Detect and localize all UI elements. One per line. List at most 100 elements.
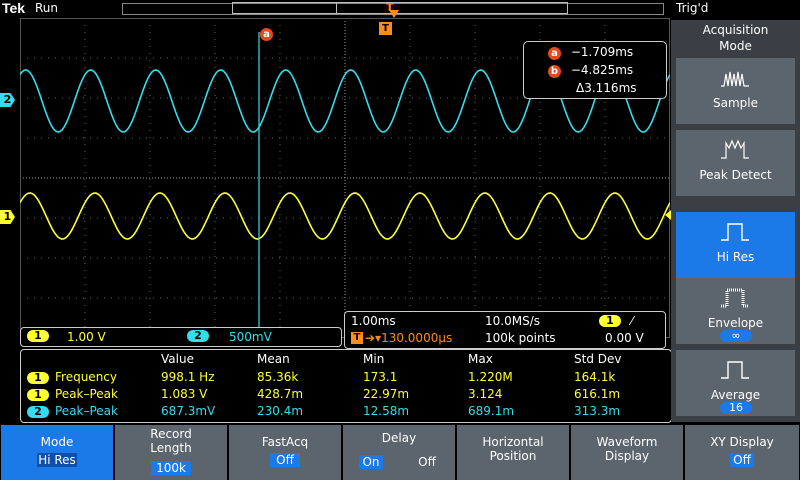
col-header-std-dev: Std Dev	[574, 352, 622, 366]
bottom-button-record-length[interactable]: Record Length 100k	[115, 425, 227, 480]
ch2-scale: 500mV	[229, 330, 272, 344]
cursor-a-value: −1.709ms	[570, 45, 634, 59]
trigger-position-marker[interactable]: T	[379, 22, 392, 35]
bottom-button-delay[interactable]: Delay On Off	[343, 425, 455, 480]
button-title: Mode	[40, 435, 74, 449]
button-value: Hi Res	[37, 453, 77, 467]
side-item-peak-detect[interactable]: Peak Detect	[676, 130, 795, 196]
button-value: Off	[730, 453, 754, 467]
measurement-max: 3.124	[468, 387, 503, 401]
cursor-b-value: −4.825ms	[570, 63, 634, 77]
delay-value: ➔▾130.0000µs	[365, 331, 453, 345]
measurement-mean: 230.4m	[257, 404, 304, 418]
button-title: XY Display	[710, 435, 774, 449]
button-title: Delay	[381, 431, 417, 445]
button-value: 100k	[151, 461, 191, 475]
record-view-window	[232, 2, 568, 14]
side-item-average[interactable]: Average 16	[676, 350, 795, 416]
brand-logo: Tek	[2, 0, 26, 16]
status-bar: Tek Run T Trig'd	[0, 0, 800, 18]
cursor-a-row: a −1.709ms	[548, 44, 658, 60]
trigger-level: 0.00 V	[605, 331, 644, 345]
run-state: Run	[35, 1, 59, 15]
bottom-button-fastacq[interactable]: FastAcq Off	[229, 425, 341, 480]
delay-trigger-icon: T	[351, 332, 363, 344]
trigger-slope-icon: ⁄	[631, 314, 634, 328]
ch1-badge: 1	[27, 330, 49, 342]
peak-detect-icon	[721, 139, 749, 159]
bottom-button-waveform-display[interactable]: Waveform Display	[571, 425, 683, 480]
measurement-std-dev: 313.3m	[574, 404, 621, 418]
button-title: Horizontal Position	[482, 435, 544, 463]
button-title: FastAcq	[261, 435, 309, 449]
col-header-mean: Mean	[257, 352, 290, 366]
row-channel-badge: 1	[27, 389, 49, 401]
trigger-state: Trig'd	[676, 1, 709, 15]
measurement-max: 1.220M	[468, 370, 513, 384]
side-item-label: Peak Detect	[699, 168, 772, 182]
delay-on-option[interactable]: On	[359, 455, 383, 469]
side-item-envelope[interactable]: Envelope ∞	[676, 278, 795, 344]
ch2-badge: 2	[187, 330, 209, 342]
side-item-label: Envelope	[707, 316, 764, 330]
trigger-arrow-icon	[389, 10, 399, 18]
bottom-button-horizontal-position[interactable]: Horizontal Position	[457, 425, 569, 480]
bottom-button-mode[interactable]: Mode Hi Res	[1, 425, 113, 480]
cursor-a-marker[interactable]: a	[260, 22, 273, 41]
measurement-name: Frequency	[55, 370, 117, 384]
cursor-delta: Δ3.116ms	[576, 81, 637, 95]
table-row[interactable]: 1 Peak–Peak 1.083 V 428.7m 22.97m 3.124 …	[21, 387, 671, 402]
record-center-line	[336, 2, 337, 14]
ch1-ground-marker[interactable]: 1	[0, 210, 15, 224]
bottom-button-xy-display[interactable]: XY Display Off	[685, 425, 799, 480]
cursor-b-badge: b	[548, 65, 561, 78]
side-item-hi-res[interactable]: Hi Res	[676, 212, 795, 278]
cursor-a-label: a	[260, 28, 273, 41]
cursor-a-badge: a	[548, 47, 561, 60]
table-row[interactable]: 1 Frequency 998.1 Hz 85.36k 173.1 1.220M…	[21, 370, 671, 385]
timebase-readout[interactable]: 1.00ms 10.0MS/s 1 ⁄ T ➔▾130.0000µs 100k …	[344, 311, 666, 349]
average-count[interactable]: 16	[720, 402, 752, 414]
record-points: 100k points	[485, 331, 556, 345]
measurement-min: 22.97m	[363, 387, 410, 401]
cursor-b-row: b −4.825ms	[548, 62, 658, 78]
side-item-sample[interactable]: Sample	[676, 58, 795, 124]
delay-off-option[interactable]: Off	[415, 455, 439, 469]
side-menu-title: Acquisition Mode	[702, 23, 769, 53]
measurement-min: 173.1	[363, 370, 398, 384]
measurement-value: 1.083 V	[161, 387, 208, 401]
measurement-table[interactable]: Value Mean Min Max Std Dev 1 Frequency 9…	[20, 349, 672, 423]
measurement-std-dev: 616.1m	[574, 387, 621, 401]
button-value: Off	[270, 453, 300, 467]
sample-icon	[721, 71, 749, 87]
measurement-name: Peak–Peak	[55, 387, 118, 401]
side-item-label: Sample	[713, 96, 758, 110]
hi-res-icon	[721, 223, 749, 241]
channel-scale-readout[interactable]: 1 1.00 V 2 500mV	[20, 327, 342, 347]
measurement-min: 12.58m	[363, 404, 410, 418]
measurement-std-dev: 164.1k	[574, 370, 616, 384]
measurement-value: 687.3mV	[161, 404, 216, 418]
ch1-scale: 1.00 V	[67, 330, 106, 344]
horizontal-scale: 1.00ms	[351, 314, 396, 328]
measurement-name: Peak–Peak	[55, 404, 118, 418]
average-icon	[721, 361, 749, 379]
side-item-label: Average	[710, 388, 761, 402]
ch2-ground-marker[interactable]: 2	[0, 93, 15, 107]
measurement-mean: 428.7m	[257, 387, 304, 401]
table-row[interactable]: 2 Peak–Peak 687.3mV 230.4m 12.58m 689.1m…	[21, 404, 671, 419]
envelope-icon	[721, 288, 749, 308]
acquisition-mode-menu: Acquisition Mode Sample Peak Detect Hi R…	[671, 20, 800, 422]
measurement-value: 998.1 Hz	[161, 370, 215, 384]
col-header-min: Min	[363, 352, 385, 366]
button-title: Record Length	[150, 427, 192, 455]
col-header-max: Max	[468, 352, 493, 366]
measurement-max: 689.1m	[468, 404, 515, 418]
row-channel-badge: 2	[27, 406, 49, 418]
trigger-source-badge: 1	[599, 315, 621, 327]
side-item-label: Hi Res	[716, 250, 755, 264]
measurement-mean: 85.36k	[257, 370, 299, 384]
cursor-readout[interactable]: a −1.709ms b −4.825ms Δ3.116ms	[523, 41, 667, 99]
envelope-count[interactable]: ∞	[720, 330, 752, 342]
button-title: Waveform Display	[596, 435, 658, 463]
